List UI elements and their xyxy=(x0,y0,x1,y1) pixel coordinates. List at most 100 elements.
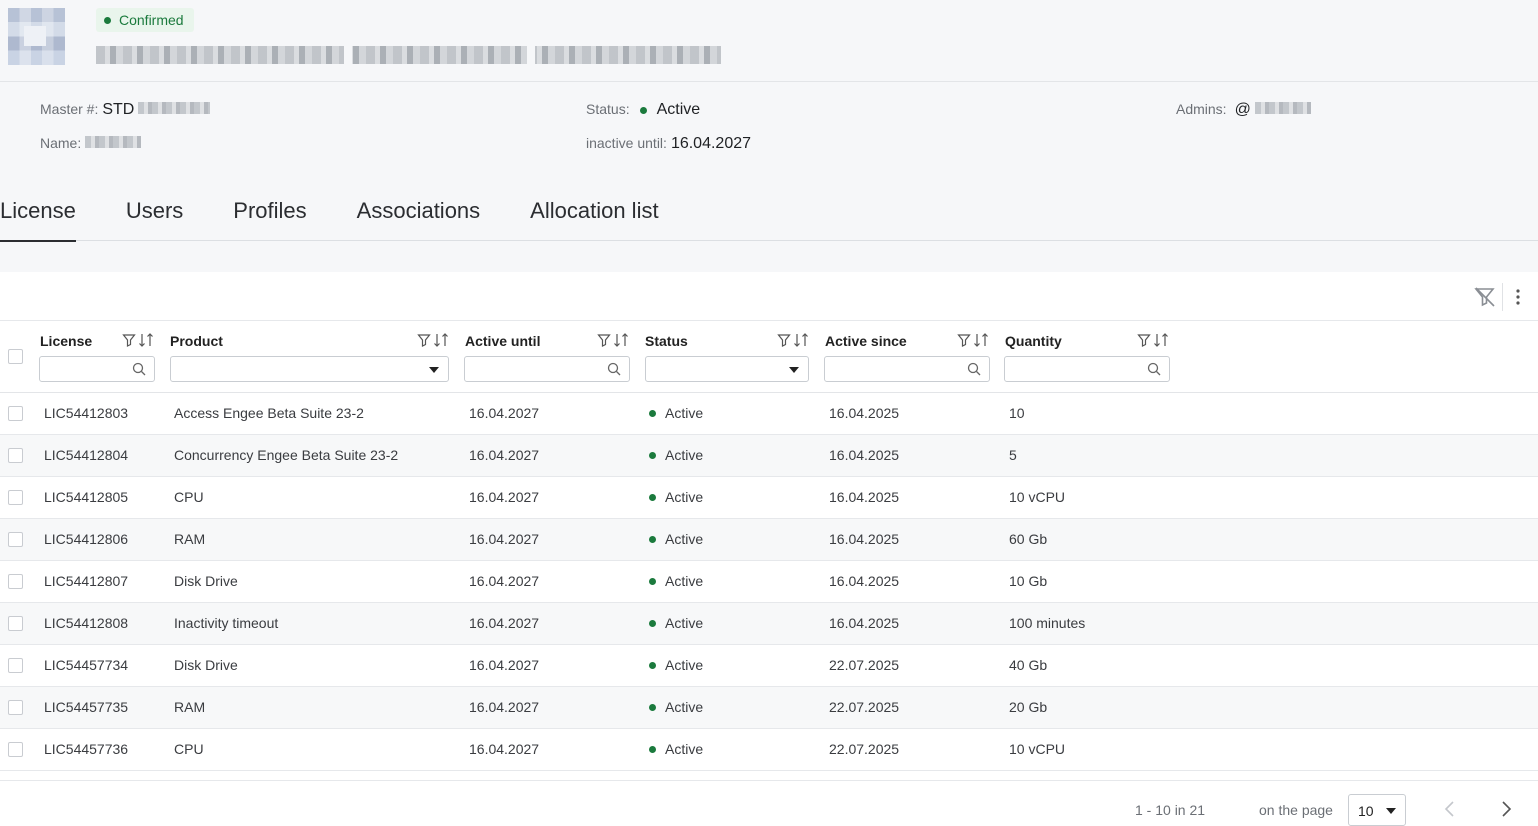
row-checkbox[interactable] xyxy=(8,700,23,715)
sort-icon[interactable] xyxy=(793,333,809,347)
table-row[interactable]: LIC54412807 Disk Drive 16.04.2027 Active 16.… xyxy=(0,561,1538,603)
license-cell: LIC54412808 xyxy=(44,615,129,631)
row-checkbox[interactable] xyxy=(8,658,23,673)
status-dot-icon xyxy=(649,493,656,501)
active-since-cell: 16.04.2025 xyxy=(829,447,900,463)
next-page-button[interactable] xyxy=(1499,801,1513,822)
license-filter-input[interactable] xyxy=(39,356,155,382)
tab-profiles[interactable]: Profiles xyxy=(233,182,306,241)
table-row[interactable]: LIC54457734 Disk Drive 16.04.2027 Active 22.… xyxy=(0,645,1538,687)
avatar xyxy=(8,8,65,65)
sort-icon[interactable] xyxy=(138,333,154,347)
status-active-dot-icon xyxy=(639,106,647,114)
row-checkbox[interactable] xyxy=(8,490,23,505)
redacted-title xyxy=(96,46,721,64)
quantity-cell: 40 Gb xyxy=(1009,657,1048,673)
prev-page-button[interactable] xyxy=(1443,801,1457,822)
filter-icon[interactable] xyxy=(957,333,971,347)
sort-icon[interactable] xyxy=(433,333,449,347)
active-until-cell: 16.04.2027 xyxy=(469,531,540,547)
status-dot-icon xyxy=(649,619,656,627)
product-filter-select[interactable] xyxy=(170,356,449,382)
status-label: Active xyxy=(665,699,704,715)
quantity-cell: 100 minutes xyxy=(1009,615,1086,631)
license-cell: LIC54457736 xyxy=(44,741,129,757)
table-row[interactable]: LIC54412808 Inactivity timeout 16.04.2027 A… xyxy=(0,603,1538,645)
filter-icon[interactable] xyxy=(1137,333,1151,347)
select-all-checkbox[interactable] xyxy=(8,349,23,364)
tab-associations[interactable]: Associations xyxy=(357,182,481,241)
tab-license[interactable]: License xyxy=(0,182,76,242)
quantity-filter-input[interactable] xyxy=(1004,356,1170,382)
tab-users[interactable]: Users xyxy=(126,182,183,241)
record-info: Master #: STD Name: Status: Active inact… xyxy=(0,82,1538,272)
active-until-cell: 16.04.2027 xyxy=(469,573,540,589)
status-cell: Active xyxy=(649,741,703,757)
license-cell: LIC54412807 xyxy=(44,573,129,589)
quantity-cell: 10 vCPU xyxy=(1009,489,1066,505)
column-header-status[interactable]: Status xyxy=(645,333,688,349)
active-since-cell: 16.04.2025 xyxy=(829,615,900,631)
license-cell: LIC54457734 xyxy=(44,657,129,673)
active-until-cell: 16.04.2027 xyxy=(469,405,540,421)
clear-filters-icon[interactable] xyxy=(1473,285,1497,309)
license-cell: LIC54412805 xyxy=(44,489,129,505)
quantity-cell: 10 vCPU xyxy=(1009,741,1066,757)
table-row[interactable]: LIC54412803 Access Engee Beta Suite 23-2 1… xyxy=(0,393,1538,435)
row-checkbox[interactable] xyxy=(8,616,23,631)
active-since-cell: 16.04.2025 xyxy=(829,405,900,421)
chevron-down-icon xyxy=(789,367,799,373)
status-dot-icon xyxy=(104,16,111,24)
per-page-select[interactable]: 10 xyxy=(1348,794,1406,826)
filter-icon[interactable] xyxy=(122,333,136,347)
filter-icon[interactable] xyxy=(597,333,611,347)
sort-icon[interactable] xyxy=(973,333,989,347)
row-checkbox[interactable] xyxy=(8,448,23,463)
status-cell: Active xyxy=(649,657,703,673)
active-since-cell: 16.04.2025 xyxy=(829,573,900,589)
table-row[interactable]: LIC54457736 CPU 16.04.2027 Active 22.07.2025… xyxy=(0,729,1538,771)
active-since-filter-input[interactable] xyxy=(824,356,990,382)
status-label: Active xyxy=(665,573,704,589)
table-row[interactable]: LIC54412805 CPU 16.04.2027 Active 16.04.2025… xyxy=(0,477,1538,519)
tab-allocation-list[interactable]: Allocation list xyxy=(530,182,658,241)
admins-label: Admins: xyxy=(1176,101,1227,117)
active-until-filter-input[interactable] xyxy=(464,356,630,382)
table-row[interactable]: LIC54412806 RAM 16.04.2027 Active 16.04.2025… xyxy=(0,519,1538,561)
column-header-license[interactable]: License xyxy=(40,333,92,349)
status-label: Status: xyxy=(586,101,630,117)
admins-field: Admins: @ xyxy=(1176,101,1311,119)
quantity-cell: 10 Gb xyxy=(1009,573,1048,589)
status-dot-icon xyxy=(649,409,656,417)
license-cell: LIC54412804 xyxy=(44,447,129,463)
status-cell: Active xyxy=(649,447,703,463)
column-header-product[interactable]: Product xyxy=(170,333,223,349)
filter-icon[interactable] xyxy=(777,333,791,347)
column-header-active-until[interactable]: Active until xyxy=(465,333,540,349)
row-checkbox[interactable] xyxy=(8,406,23,421)
active-until-cell: 16.04.2027 xyxy=(469,489,540,505)
table-row[interactable]: LIC54412804 Concurrency Engee Beta Suite … xyxy=(0,435,1538,477)
status-value: Active xyxy=(656,101,701,118)
row-checkbox[interactable] xyxy=(8,532,23,547)
column-header-quantity[interactable]: Quantity xyxy=(1005,333,1062,349)
sort-icon[interactable] xyxy=(613,333,629,347)
product-cell: CPU xyxy=(174,489,204,505)
status-cell: Active xyxy=(649,405,703,421)
row-checkbox[interactable] xyxy=(8,742,23,757)
product-cell: CPU xyxy=(174,741,204,757)
column-header-active-since[interactable]: Active since xyxy=(825,333,907,349)
sort-icon[interactable] xyxy=(1153,333,1169,347)
status-filter-select[interactable] xyxy=(645,356,809,382)
more-options-icon[interactable] xyxy=(1506,285,1530,309)
status-dot-icon xyxy=(649,703,656,711)
status-label: Active xyxy=(665,531,704,547)
name-label: Name: xyxy=(40,135,82,151)
filter-icon[interactable] xyxy=(417,333,431,347)
quantity-cell: 60 Gb xyxy=(1009,531,1048,547)
active-until-cell: 16.04.2027 xyxy=(469,615,540,631)
row-checkbox[interactable] xyxy=(8,574,23,589)
license-cell: LIC54412806 xyxy=(44,531,129,547)
table-row[interactable]: LIC54457735 RAM 16.04.2027 Active 22.07.2025… xyxy=(0,687,1538,729)
active-until-cell: 16.04.2027 xyxy=(469,699,540,715)
